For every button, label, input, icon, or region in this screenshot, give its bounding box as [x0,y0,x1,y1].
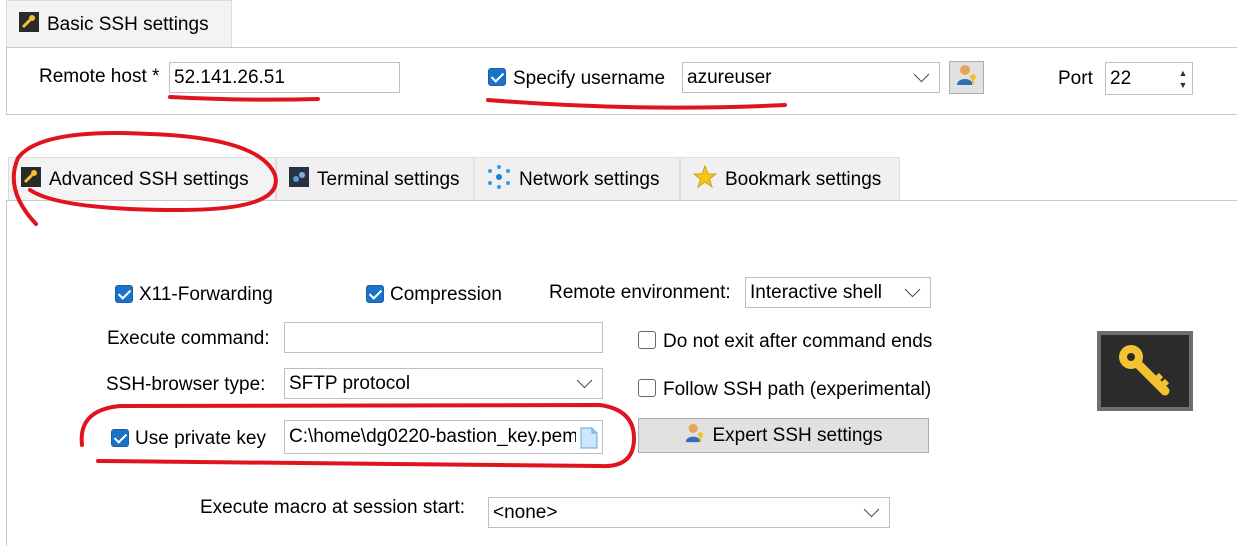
remote-host-label: Remote host * [39,66,160,87]
username-value: azureuser [687,66,772,88]
specify-username-checkbox[interactable] [488,68,506,86]
key-tile [1097,331,1193,411]
username-combobox[interactable]: azureuser [682,62,940,93]
wrench-icon [19,11,39,38]
tab-label: Terminal settings [317,168,460,190]
ssh-browser-type-label: SSH-browser type: [106,374,266,395]
ssh-browser-type-select[interactable]: SFTP protocol [284,368,603,399]
port-label: Port [1058,68,1093,89]
remote-environment-value: Interactive shell [750,281,883,303]
tab-label: Advanced SSH settings [49,168,249,190]
specify-username-label: Specify username [513,68,666,89]
advanced-settings-panel [6,200,1237,546]
user-key-icon [684,422,706,450]
execute-macro-value: <none> [493,501,558,523]
tab-label: Bookmark settings [725,168,882,190]
remote-host-value: 52.141.26.51 [174,66,285,88]
chevron-down-icon [913,66,930,83]
do-not-exit-checkbox[interactable] [638,331,656,349]
tab-basic-ssh-settings[interactable]: Basic SSH settings [6,0,232,48]
execute-macro-label: Execute macro at session start: [200,497,466,518]
tab-label: Network settings [519,168,660,190]
use-private-key-checkbox[interactable] [111,429,129,447]
do-not-exit-label: Do not exit after command ends [663,331,933,352]
follow-ssh-path-checkbox[interactable] [638,379,656,397]
use-private-key-label: Use private key [135,428,266,449]
spin-down-icon[interactable]: ▼ [1178,80,1188,90]
user-key-icon [955,63,979,93]
private-key-input[interactable]: C:\home\dg0220-bastion_key.pem [284,420,603,454]
remote-environment-select[interactable]: Interactive shell [745,277,931,308]
compression-label: Compression [390,284,502,305]
tab-advanced-ssh-settings[interactable]: Advanced SSH settings [8,157,276,201]
tab-label: Basic SSH settings [47,13,209,35]
tab-terminal-settings[interactable]: Terminal settings [276,157,474,201]
remote-host-input[interactable]: 52.141.26.51 [169,62,400,93]
network-icon [487,164,511,195]
private-key-value: C:\home\dg0220-bastion_key.pem [289,426,576,447]
wrench-icon [21,166,41,193]
chevron-down-icon [576,372,593,389]
tab-bookmark-settings[interactable]: Bookmark settings [680,157,900,201]
remote-environment-label: Remote environment: [549,282,731,303]
terminal-icon [289,166,309,193]
execute-macro-select[interactable]: <none> [488,497,890,528]
chevron-down-icon [863,501,880,518]
port-spinbox[interactable]: 22 ▲ ▼ [1105,62,1193,95]
follow-ssh-path-label: Follow SSH path (experimental) [663,379,932,400]
execute-command-label: Execute command: [107,328,270,349]
port-value: 22 [1110,67,1132,89]
star-icon [692,164,718,195]
file-icon[interactable] [580,427,598,453]
key-icon [1115,341,1175,407]
chevron-down-icon [904,281,921,298]
ssh-browser-type-value: SFTP protocol [289,372,411,394]
execute-command-input[interactable] [284,322,603,353]
expert-ssh-settings-label: Expert SSH settings [712,424,883,446]
spin-up-icon[interactable]: ▲ [1178,68,1188,78]
expert-ssh-settings-button[interactable]: Expert SSH settings [638,418,929,453]
x11-forwarding-label: X11-Forwarding [139,284,273,305]
x11-forwarding-checkbox[interactable] [115,285,133,303]
compression-checkbox[interactable] [366,285,384,303]
user-manager-button[interactable] [949,61,984,94]
tab-network-settings[interactable]: Network settings [474,157,680,201]
